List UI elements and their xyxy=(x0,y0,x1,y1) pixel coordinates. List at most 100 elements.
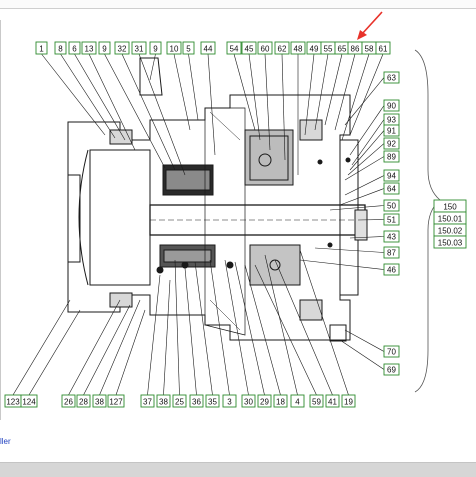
callout-86-19-leader xyxy=(334,53,356,131)
callout-right-51[interactable]: 51 xyxy=(383,213,400,226)
callout-bottom-38-7[interactable]: 38 xyxy=(156,394,171,408)
callout-65-18-leader xyxy=(324,53,343,126)
callout-bottom-18-14[interactable]: 18 xyxy=(273,394,288,408)
callout-32-5-text: 32 xyxy=(118,45,127,54)
callout-right-63[interactable]: 63 xyxy=(383,71,400,84)
callout-61-21[interactable]: 61 xyxy=(375,41,391,55)
callout-bottom-3-11[interactable]: 3 xyxy=(222,394,237,408)
callout-8-1[interactable]: 8 xyxy=(54,41,67,55)
callout-9-7[interactable]: 9 xyxy=(149,41,162,55)
gear-reducer-cross-section xyxy=(67,57,368,342)
callout-10-8-text: 10 xyxy=(170,45,179,54)
group-item-150-text: 150 xyxy=(443,203,457,212)
callout-1-0-leader xyxy=(41,53,106,136)
callout-right-87[interactable]: 87 xyxy=(383,246,400,259)
callout-right-extra-69[interactable]: 69 xyxy=(383,363,400,376)
callout-right-64-text: 64 xyxy=(387,185,396,194)
callout-1-0[interactable]: 1 xyxy=(35,41,48,55)
callout-bottom-127-5[interactable]: 127 xyxy=(107,394,125,408)
callout-right-extra-69-leader xyxy=(339,339,385,370)
group-item-150-03[interactable]: 150.03 xyxy=(433,235,467,249)
callout-bottom-28-3-leader xyxy=(83,304,131,396)
callout-54-11-leader xyxy=(233,53,256,131)
callout-bottom-124-1-text: 124 xyxy=(22,398,36,407)
callout-bottom-59-16[interactable]: 59 xyxy=(309,394,324,408)
callout-bottom-37-6[interactable]: 37 xyxy=(140,394,155,408)
callout-bottom-38-4-text: 38 xyxy=(95,398,104,407)
callout-bottom-26-2-leader xyxy=(68,299,121,396)
callout-bottom-124-1-leader xyxy=(28,309,81,396)
callout-right-91[interactable]: 91 xyxy=(383,124,400,137)
callout-right-extra-69-text: 69 xyxy=(387,366,396,375)
callout-bottom-35-10-leader xyxy=(194,261,213,396)
callout-49-16[interactable]: 49 xyxy=(306,41,322,55)
callout-bottom-38-4-leader xyxy=(99,299,141,396)
group-item-150[interactable]: 150 xyxy=(433,199,467,213)
callout-right-64[interactable]: 64 xyxy=(383,182,400,195)
callout-bottom-19-18[interactable]: 19 xyxy=(341,394,356,408)
callout-bottom-19-18-text: 19 xyxy=(344,398,353,407)
callout-6-2[interactable]: 6 xyxy=(68,41,81,55)
callout-44-10[interactable]: 44 xyxy=(200,41,216,55)
callout-right-50[interactable]: 50 xyxy=(383,199,400,212)
callout-right-43-text: 43 xyxy=(387,233,396,242)
callout-65-18[interactable]: 65 xyxy=(334,41,350,55)
callout-bottom-38-7-text: 38 xyxy=(159,398,168,407)
callout-58-20[interactable]: 58 xyxy=(361,41,377,55)
callout-right-91-leader xyxy=(349,130,385,171)
callout-bottom-26-2[interactable]: 26 xyxy=(61,394,76,408)
callout-bottom-59-16-text: 59 xyxy=(312,398,321,407)
group-item-150-01[interactable]: 150.01 xyxy=(433,211,467,225)
callout-right-extra-70[interactable]: 70 xyxy=(383,345,400,358)
callout-right-90[interactable]: 90 xyxy=(383,99,400,112)
callout-bottom-123-0[interactable]: 123 xyxy=(4,394,22,408)
callout-right-93[interactable]: 93 xyxy=(383,113,400,126)
callout-bottom-41-17[interactable]: 41 xyxy=(325,394,340,408)
callout-bottom-41-17-leader xyxy=(274,259,333,396)
callout-54-11[interactable]: 54 xyxy=(226,41,242,55)
callout-31-6[interactable]: 31 xyxy=(131,41,147,55)
callout-bottom-19-18-leader xyxy=(299,249,349,396)
callout-45-12[interactable]: 45 xyxy=(241,41,257,55)
callout-48-15[interactable]: 48 xyxy=(290,41,306,55)
callout-5-9[interactable]: 5 xyxy=(182,41,195,55)
callout-right-43[interactable]: 43 xyxy=(383,230,400,243)
callout-bottom-41-17-text: 41 xyxy=(328,398,337,407)
callout-right-64-leader xyxy=(339,188,385,206)
callout-bottom-28-3[interactable]: 28 xyxy=(76,394,91,408)
callout-60-13-text: 60 xyxy=(261,45,270,54)
callout-bottom-38-4[interactable]: 38 xyxy=(92,394,107,408)
callout-bottom-30-12[interactable]: 30 xyxy=(241,394,256,408)
callout-right-93-leader xyxy=(351,119,385,166)
callout-1-0-text: 1 xyxy=(39,45,44,54)
callout-right-92[interactable]: 92 xyxy=(383,137,400,150)
callout-right-63-text: 63 xyxy=(387,74,396,83)
footer-link[interactable]: ller xyxy=(0,437,11,446)
callout-right-90-text: 90 xyxy=(387,102,396,111)
callout-60-13[interactable]: 60 xyxy=(257,41,273,55)
callout-right-94[interactable]: 94 xyxy=(383,169,400,182)
callout-61-21-leader xyxy=(349,53,384,136)
callout-bottom-35-10[interactable]: 35 xyxy=(205,394,220,408)
callout-right-89[interactable]: 89 xyxy=(383,150,400,163)
callout-bottom-36-9-leader xyxy=(184,267,197,396)
callout-55-17[interactable]: 55 xyxy=(320,41,336,55)
callout-bottom-124-1[interactable]: 124 xyxy=(20,394,38,408)
callout-right-94-leader xyxy=(344,175,385,196)
callout-86-19[interactable]: 86 xyxy=(347,41,363,55)
callout-right-51-text: 51 xyxy=(387,216,396,225)
callout-bottom-29-13[interactable]: 29 xyxy=(257,394,272,408)
callout-right-92-text: 92 xyxy=(387,140,396,149)
callout-right-46[interactable]: 46 xyxy=(383,263,400,276)
callout-bottom-37-6-text: 37 xyxy=(143,398,152,407)
callout-bottom-25-8[interactable]: 25 xyxy=(172,394,187,408)
callout-32-5[interactable]: 32 xyxy=(114,41,130,55)
callout-bottom-4-15[interactable]: 4 xyxy=(290,394,305,408)
callout-9-4[interactable]: 9 xyxy=(98,41,111,55)
callout-right-46-leader xyxy=(299,259,385,270)
callout-62-14[interactable]: 62 xyxy=(274,41,290,55)
callout-bottom-36-9[interactable]: 36 xyxy=(189,394,204,408)
group-item-150-02[interactable]: 150.02 xyxy=(433,223,467,237)
callout-13-3[interactable]: 13 xyxy=(81,41,97,55)
callout-10-8[interactable]: 10 xyxy=(166,41,182,55)
